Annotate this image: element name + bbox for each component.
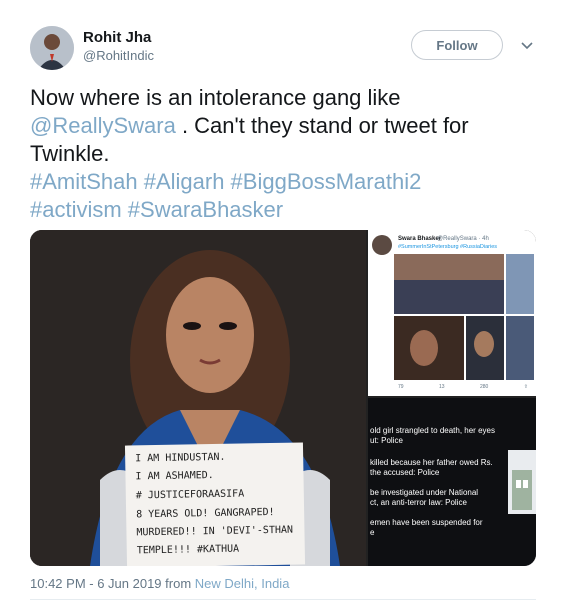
tweet-media[interactable]: I AM HINDUSTAN. I AM ASHAMED. # JUSTICEF… [30,230,536,566]
mini-hashtags: #SummerInStPetersburg #RussiaDiaries [398,244,498,250]
sign-line: TEMPLE!!! #KATHUA [136,543,240,557]
news-line: old girl strangled to death, her eyes [370,426,495,435]
news-line: ut: Police [370,436,403,445]
news-line: the accused: Police [370,468,440,477]
location-link[interactable]: New Delhi, India [195,576,290,591]
sign-line: MURDERED!! IN 'DEVI'-STHAN [136,524,294,539]
mention-link[interactable]: @ReallySwara [30,113,176,138]
tweet-text-part1: Now where is an intolerance gang like [30,85,401,110]
sign-line: I AM ASHAMED. [135,470,214,483]
author-handle[interactable]: @RohitIndic [83,48,154,63]
news-line: killed because her father owed Rs. [370,458,493,467]
divider [30,599,536,600]
author-avatar[interactable] [30,26,74,70]
photo-woman-with-sign[interactable]: I AM HINDUSTAN. I AM ASHAMED. # JUSTICEF… [30,230,366,566]
mini-author-handle: @ReallySwara · 4h [437,236,489,242]
mini-like-count: 280 [480,384,489,390]
news-line: ct, an anti-terror law: Police [370,498,467,507]
photo-news-list[interactable]: old girl strangled to death, her eyes ut… [368,398,536,566]
mini-reply-count: 79 [398,384,404,390]
follow-button[interactable]: Follow [411,30,503,60]
sign-line: I AM HINDUSTAN. [135,451,226,465]
mini-photo-grid [394,254,534,380]
news-line: be investigated under National [370,488,479,497]
timestamp-text: 10:42 PM - 6 Jun 2019 from [30,576,195,591]
photo-embedded-tweet[interactable]: Swara Bhasker @ReallySwara · 4h #SummerI… [368,230,536,396]
chevron-down-icon[interactable] [520,38,534,52]
tweet-text: Now where is an intolerance gang like @R… [30,84,550,168]
mini-author-name: Swara Bhasker [398,236,442,242]
protest-sign: I AM HINDUSTAN. I AM ASHAMED. # JUSTICEF… [124,442,306,566]
author-name[interactable]: Rohit Jha [83,29,151,46]
sign-line: 8 YEARS OLD! GANGRAPED! [136,506,275,521]
news-thumbnail [508,450,536,514]
hashtag-line-2[interactable]: #activism #SwaraBhasker [30,196,550,224]
mini-share-icon: ⇪ [523,384,528,390]
mini-action-bar: 79 13 280 ⇪ [398,384,528,390]
tweet-card: Rohit Jha @RohitIndic Follow Now where i… [0,0,561,605]
news-line: e [370,528,375,537]
mini-avatar [372,235,392,255]
sign-line: # JUSTICEFORAASIFA [135,488,245,502]
hashtag-line-1[interactable]: #AmitShah #Aligarh #BiggBossMarathi2 [30,168,550,196]
news-line: emen have been suspended for [370,518,483,527]
tweet-timestamp[interactable]: 10:42 PM - 6 Jun 2019 from New Delhi, In… [30,576,289,591]
hashtag-block: #AmitShah #Aligarh #BiggBossMarathi2 #ac… [30,168,550,224]
mini-retweet-count: 13 [439,384,445,390]
